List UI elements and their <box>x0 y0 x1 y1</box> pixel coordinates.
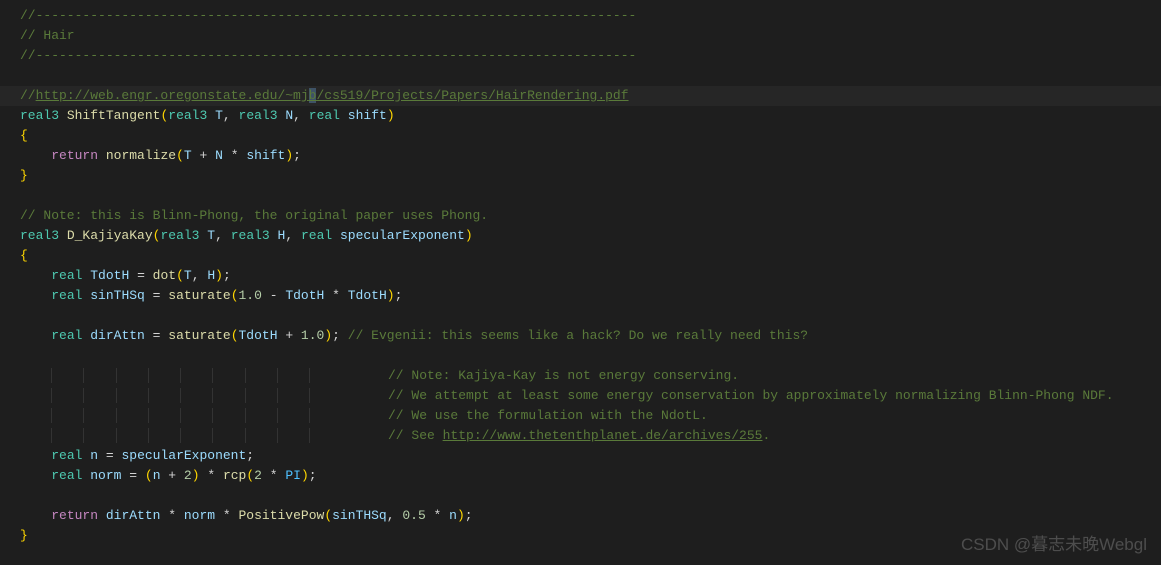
comment: // Evgenii: this seems like a hack? Do w… <box>348 328 808 343</box>
code-line: real TdotH = dot(T, H); <box>0 266 1161 286</box>
code-line: // We attempt at least some energy conse… <box>0 386 1161 406</box>
code-line <box>0 486 1161 506</box>
code-line: { <box>0 246 1161 266</box>
code-line: // Hair <box>0 26 1161 46</box>
code-line: // We use the formulation with the NdotL… <box>0 406 1161 426</box>
comment: // Note: this is Blinn-Phong, the origin… <box>20 208 488 223</box>
comment: // See http://www.thetenthplanet.de/arch… <box>388 428 770 443</box>
comment: //--------------------------------------… <box>20 48 636 63</box>
code-line <box>0 66 1161 86</box>
code-line-url: //http://web.engr.oregonstate.edu/~mjb/c… <box>0 86 1161 106</box>
code-line: } <box>0 166 1161 186</box>
type: real3 <box>20 108 59 123</box>
code-line: return dirAttn * norm * PositivePow(sinT… <box>0 506 1161 526</box>
comment: // Hair <box>20 28 75 43</box>
url-link[interactable]: http://www.thetenthplanet.de/archives/25… <box>443 428 763 443</box>
comment: // We use the formulation with the NdotL… <box>388 408 708 423</box>
comment: // We attempt at least some energy conse… <box>388 388 1114 403</box>
code-line: return normalize(T + N * shift); <box>0 146 1161 166</box>
comment: // Note: Kajiya-Kay is not energy conser… <box>388 368 739 383</box>
code-line: real dirAttn = saturate(TdotH + 1.0); //… <box>0 326 1161 346</box>
code-line: // See http://www.thetenthplanet.de/arch… <box>0 426 1161 446</box>
function-name: ShiftTangent <box>67 108 161 123</box>
code-line: real3 D_KajiyaKay(real3 T, real3 H, real… <box>0 226 1161 246</box>
keyword-return: return <box>51 148 98 163</box>
url-link[interactable]: http://web.engr.oregonstate.edu/~mjb/cs5… <box>36 88 629 103</box>
code-line: real sinTHSq = saturate(1.0 - TdotH * Td… <box>0 286 1161 306</box>
constant: PI <box>285 468 301 483</box>
code-line <box>0 306 1161 326</box>
function-name: D_KajiyaKay <box>67 228 153 243</box>
code-line: real norm = (n + 2) * rcp(2 * PI); <box>0 466 1161 486</box>
code-line: // Note: Kajiya-Kay is not energy conser… <box>0 366 1161 386</box>
code-line <box>0 186 1161 206</box>
code-line: real n = specularExponent; <box>0 446 1161 466</box>
code-line: } <box>0 526 1161 546</box>
comment: //--------------------------------------… <box>20 8 636 23</box>
code-line: real3 ShiftTangent(real3 T, real3 N, rea… <box>0 106 1161 126</box>
code-line: // Note: this is Blinn-Phong, the origin… <box>0 206 1161 226</box>
comment-prefix: // <box>20 88 36 103</box>
code-line <box>0 346 1161 366</box>
code-line: //--------------------------------------… <box>0 6 1161 26</box>
code-line: { <box>0 126 1161 146</box>
code-line: //--------------------------------------… <box>0 46 1161 66</box>
